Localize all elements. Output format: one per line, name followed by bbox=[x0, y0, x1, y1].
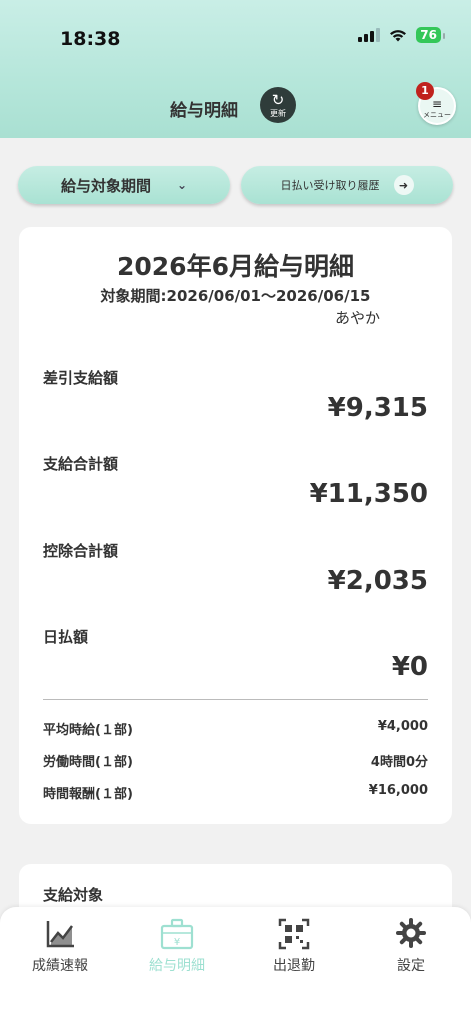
refresh-label: 更新 bbox=[270, 109, 286, 118]
period-dropdown-label: 給与対象期間 bbox=[60, 176, 151, 195]
tab-attendance-label: 出退勤 bbox=[273, 958, 315, 974]
gear-icon bbox=[361, 917, 461, 951]
tab-payslip[interactable]: ¥ 給与明細 bbox=[127, 917, 227, 975]
refresh-icon: ↻ bbox=[271, 91, 285, 109]
avg-hourly-value: ¥4,000 bbox=[377, 719, 428, 734]
work-hours-label: 労働時間(１部) bbox=[43, 755, 133, 770]
app-header: 18:38 76 給与明細 ↻ 更新 ≡ メニュー 1 bbox=[0, 0, 471, 138]
total-deduction-value: ¥2,035 bbox=[327, 566, 428, 596]
total-pay-label: 支給合計額 bbox=[43, 455, 119, 473]
page-title: 給与明細 bbox=[170, 101, 238, 121]
payment-history-label: 日払い受け取り履歴 bbox=[280, 179, 380, 192]
avg-hourly-label: 平均時給(１部) bbox=[43, 723, 133, 738]
tab-settings[interactable]: 設定 bbox=[361, 917, 461, 975]
daily-pay-label: 日払額 bbox=[43, 628, 89, 646]
chevron-down-icon: ⌄ bbox=[176, 178, 188, 192]
hourly-reward-value: ¥16,000 bbox=[368, 783, 428, 798]
period-dropdown[interactable]: 給与対象期間 ⌄ bbox=[18, 166, 230, 204]
qr-code-icon bbox=[244, 917, 344, 951]
signal-icon bbox=[358, 28, 381, 42]
payment-target-label: 支給対象 bbox=[43, 886, 104, 904]
tab-payslip-label: 給与明細 bbox=[149, 958, 205, 974]
status-icons: 76 bbox=[358, 27, 445, 43]
payslip-period: 対象期間:2026/06/01〜2026/06/15 bbox=[100, 287, 371, 305]
tab-bar: 成績速報 ¥ 給与明細 出退勤 設定 bbox=[0, 907, 471, 1024]
employee-name: あやか bbox=[334, 309, 380, 327]
divider bbox=[43, 699, 428, 700]
menu-label: メニュー bbox=[423, 111, 451, 119]
status-time: 18:38 bbox=[60, 28, 121, 50]
total-pay-value: ¥11,350 bbox=[309, 479, 428, 509]
briefcase-yen-icon: ¥ bbox=[127, 917, 227, 951]
net-pay-value: ¥9,315 bbox=[327, 393, 428, 423]
total-deduction-label: 控除合計額 bbox=[43, 542, 119, 560]
chart-icon bbox=[10, 917, 110, 951]
payslip-card: 2026年6月給与明細 対象期間:2026/06/01〜2026/06/15 あ… bbox=[19, 227, 452, 824]
tab-performance[interactable]: 成績速報 bbox=[10, 917, 110, 975]
tab-settings-label: 設定 bbox=[397, 958, 425, 974]
battery-indicator: 76 bbox=[416, 27, 445, 43]
notification-badge: 1 bbox=[416, 82, 434, 100]
payment-history-button[interactable]: 日払い受け取り履歴 ➜ bbox=[241, 166, 453, 204]
hourly-reward-label: 時間報酬(１部) bbox=[43, 787, 133, 802]
work-hours-value: 4時間0分 bbox=[370, 755, 428, 770]
refresh-button[interactable]: ↻ 更新 bbox=[260, 87, 296, 123]
arrow-right-icon: ➜ bbox=[393, 175, 414, 195]
wifi-icon bbox=[390, 29, 407, 41]
tab-attendance[interactable]: 出退勤 bbox=[244, 917, 344, 975]
daily-pay-value: ¥0 bbox=[391, 652, 428, 682]
payslip-title: 2026年6月給与明細 bbox=[117, 252, 354, 281]
svg-text:¥: ¥ bbox=[174, 937, 180, 948]
net-pay-label: 差引支給額 bbox=[43, 369, 119, 387]
tab-performance-label: 成績速報 bbox=[32, 958, 88, 974]
